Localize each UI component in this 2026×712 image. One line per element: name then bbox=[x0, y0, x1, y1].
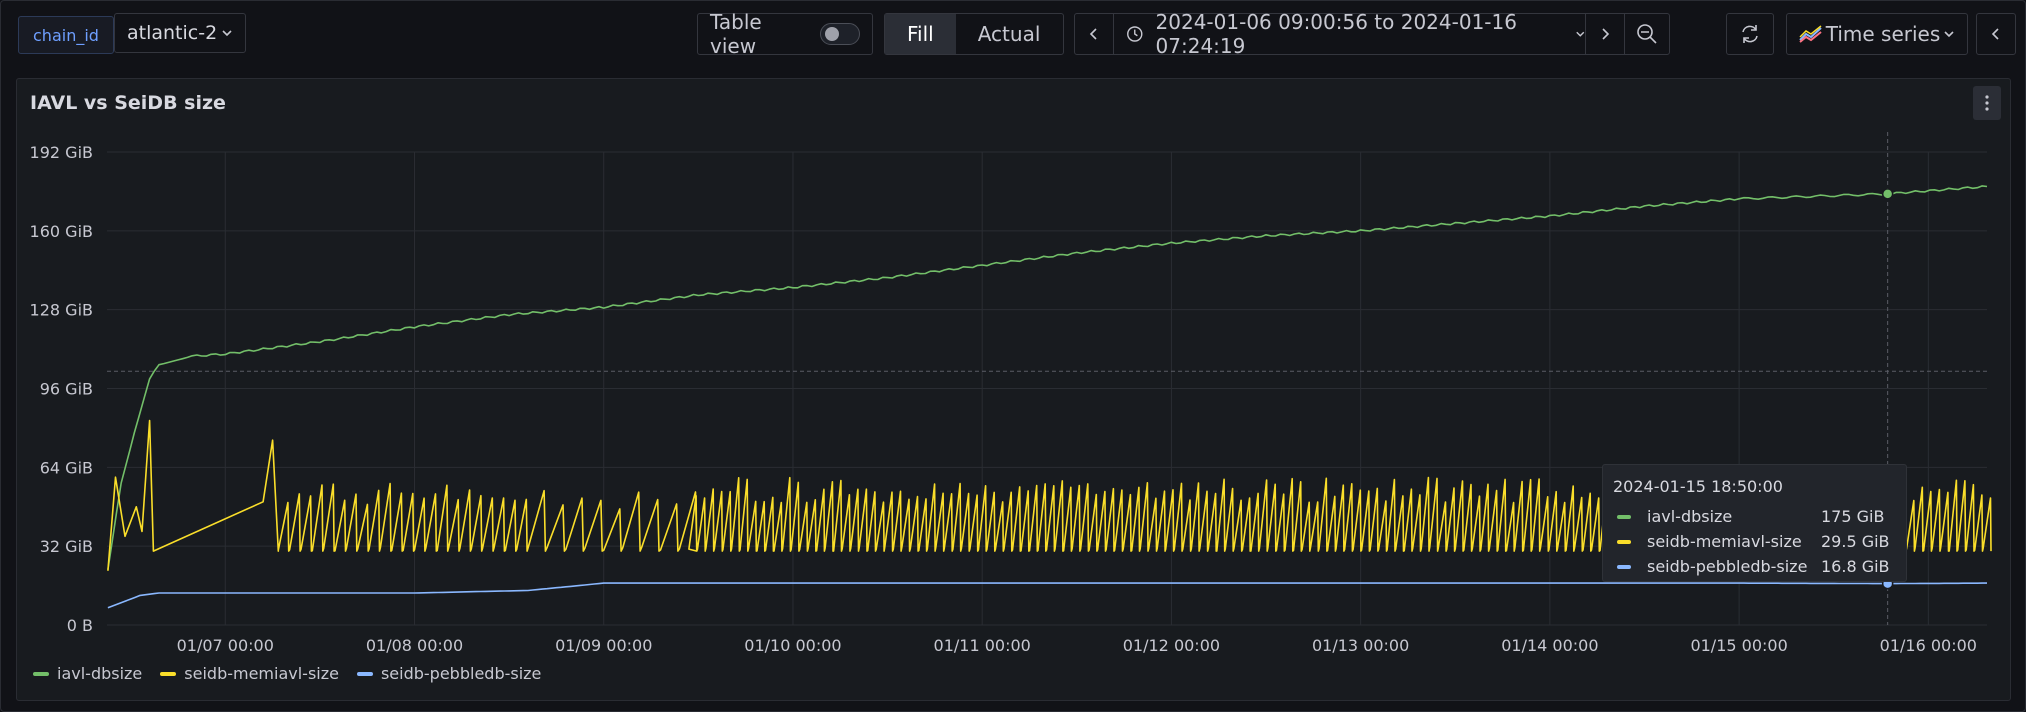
tooltip-swatch bbox=[1617, 564, 1631, 569]
collapse-options-button[interactable] bbox=[1976, 13, 2016, 55]
tooltip-series-value: 16.8 GiB bbox=[1821, 557, 1890, 576]
chevron-down-icon bbox=[1944, 31, 1954, 38]
hover-tooltip: 2024-01-15 18:50:00 iavl-dbsize 175 GiB … bbox=[1602, 464, 1907, 582]
y-tick-label: 64 GiB bbox=[40, 458, 93, 477]
time-range-text: 2024-01-06 09:00:56 to 2024-01-16 07:24:… bbox=[1155, 10, 1517, 58]
tooltip-row: seidb-memiavl-size 29.5 GiB bbox=[1613, 529, 1896, 554]
time-range-picker[interactable]: 2024-01-06 09:00:56 to 2024-01-16 07:24:… bbox=[1114, 10, 1585, 58]
y-tick-label: 96 GiB bbox=[40, 380, 93, 399]
tooltip-series-value: 29.5 GiB bbox=[1821, 532, 1890, 551]
x-tick-label: 01/16 00:00 bbox=[1880, 636, 1977, 655]
hover-point bbox=[1881, 188, 1894, 200]
legend-item-iavl[interactable]: iavl-dbsize bbox=[33, 664, 142, 683]
series-line-seidb-pebbledb-size bbox=[107, 582, 1987, 609]
chevron-right-icon bbox=[1602, 28, 1610, 40]
clock-icon bbox=[1127, 26, 1143, 42]
table-view-toggle[interactable]: Table view bbox=[697, 10, 873, 58]
y-tick-label: 32 GiB bbox=[40, 537, 93, 556]
zoom-out-button[interactable] bbox=[1624, 14, 1669, 54]
tooltip-swatch bbox=[1617, 539, 1631, 544]
refresh-button[interactable] bbox=[1726, 13, 1774, 55]
chevron-left-icon bbox=[1991, 28, 1999, 40]
actual-button[interactable]: Actual bbox=[956, 14, 1063, 54]
tooltip-row: iavl-dbsize 175 GiB bbox=[1613, 504, 1896, 529]
legend-swatch bbox=[160, 671, 177, 676]
y-tick-label: 0 B bbox=[67, 616, 93, 635]
x-tick-label: 01/11 00:00 bbox=[934, 636, 1031, 655]
graph-panel: IAVL vs SeiDB size 0 B 32 GiB 64 GiB 96 GiB… bbox=[16, 78, 2011, 701]
chevron-down-icon bbox=[1575, 31, 1584, 37]
visualization-picker[interactable]: Time series bbox=[1786, 13, 1968, 55]
legend-swatch bbox=[33, 671, 49, 676]
chevron-down-icon bbox=[221, 27, 233, 39]
legend-label: iavl-dbsize bbox=[57, 664, 143, 683]
x-tick-label: 01/15 00:00 bbox=[1690, 636, 1787, 655]
tooltip-series-name: seidb-memiavl-size bbox=[1647, 532, 1802, 551]
chevron-left-icon bbox=[1089, 28, 1097, 40]
visualization-label: Time series bbox=[1825, 22, 1941, 46]
zoom-out-icon bbox=[1637, 24, 1657, 44]
x-tick-label: 01/07 00:00 bbox=[177, 636, 274, 655]
legend: iavl-dbsize seidb-memiavl-size seidb-peb… bbox=[33, 664, 541, 683]
refresh-icon bbox=[1742, 25, 1758, 43]
time-series-icon bbox=[1799, 25, 1822, 43]
legend-label: seidb-pebbledb-size bbox=[380, 664, 542, 683]
legend-swatch bbox=[356, 671, 373, 676]
legend-item-memiavl[interactable]: seidb-memiavl-size bbox=[160, 664, 339, 683]
variable-label: chain_id bbox=[18, 16, 114, 54]
x-tick-label: 01/13 00:00 bbox=[1312, 636, 1409, 655]
tooltip-series-name: iavl-dbsize bbox=[1647, 507, 1733, 526]
y-tick-label: 192 GiB bbox=[30, 143, 93, 162]
fill-button[interactable]: Fill bbox=[885, 14, 956, 54]
time-picker: 2024-01-06 09:00:56 to 2024-01-16 07:24:… bbox=[1074, 10, 1670, 58]
tooltip-swatch bbox=[1617, 514, 1631, 519]
y-tick-label: 160 GiB bbox=[30, 222, 93, 241]
time-forward-button[interactable] bbox=[1585, 14, 1624, 54]
x-tick-label: 01/14 00:00 bbox=[1501, 636, 1598, 655]
x-tick-label: 01/12 00:00 bbox=[1123, 636, 1220, 655]
x-tick-label: 01/08 00:00 bbox=[366, 636, 463, 655]
toggle-switch[interactable] bbox=[820, 23, 860, 45]
tooltip-series-value: 175 GiB bbox=[1821, 507, 1885, 526]
tooltip-time: 2024-01-15 18:50:00 bbox=[1613, 477, 1783, 496]
variable-select[interactable]: atlantic-2 bbox=[114, 13, 246, 53]
table-view-label: Table view bbox=[710, 10, 762, 58]
legend-label: seidb-memiavl-size bbox=[184, 664, 339, 683]
legend-item-pebbledb[interactable]: seidb-pebbledb-size bbox=[356, 664, 542, 683]
x-tick-label: 01/09 00:00 bbox=[555, 636, 652, 655]
fill-actual-switch: Fill Actual bbox=[884, 13, 1064, 55]
y-tick-label: 128 GiB bbox=[30, 301, 93, 320]
tooltip-series-name: seidb-pebbledb-size bbox=[1647, 557, 1808, 576]
tooltip-row: seidb-pebbledb-size 16.8 GiB bbox=[1613, 554, 1896, 579]
variable-value: atlantic-2 bbox=[127, 22, 218, 44]
time-back-button[interactable] bbox=[1075, 14, 1114, 54]
x-tick-label: 01/10 00:00 bbox=[744, 636, 841, 655]
